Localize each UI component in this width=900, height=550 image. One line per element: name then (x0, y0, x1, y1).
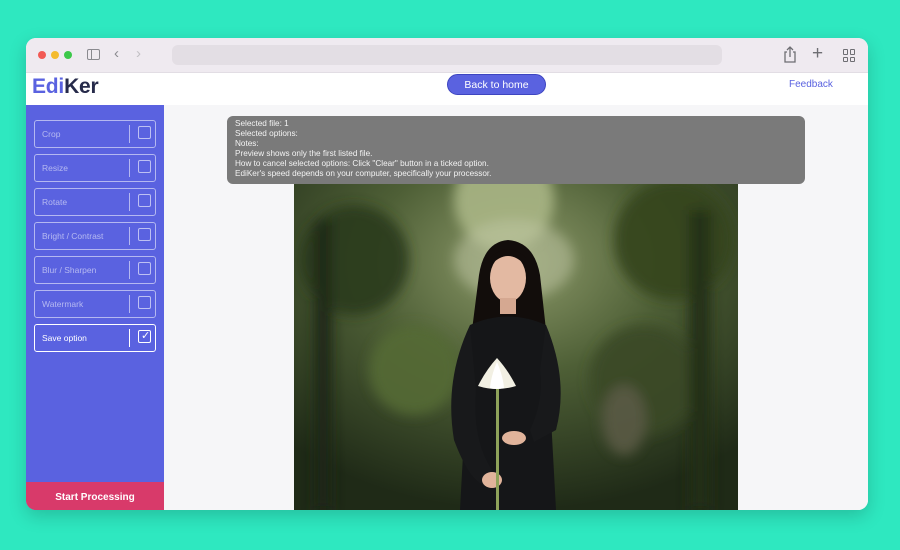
sidebar-toggle-icon[interactable] (87, 49, 100, 60)
option-checkbox[interactable] (138, 296, 151, 309)
chevron-right-icon[interactable]: › (136, 46, 141, 62)
logo[interactable]: EdiKer (32, 75, 99, 99)
option-divider (129, 261, 130, 279)
option-label: Save option (42, 333, 87, 343)
chevron-left-icon[interactable]: ‹ (114, 46, 119, 62)
option-label: Watermark (42, 299, 84, 309)
info-notes: Notes: (235, 139, 259, 148)
info-note-speed: EdiKer's speed depends on your computer,… (235, 169, 492, 178)
option-label: Crop (42, 129, 61, 139)
share-icon[interactable] (782, 46, 798, 64)
option-bright-contrast[interactable]: Bright / Contrast (34, 222, 156, 250)
option-label: Bright / Contrast (42, 231, 104, 241)
option-save[interactable]: Save option ✓ (34, 324, 156, 352)
browser-toolbar: ‹ › + (26, 38, 868, 73)
info-note-cancel: How to cancel selected options: Click "C… (235, 159, 489, 168)
info-selected-options: Selected options: (235, 129, 298, 138)
option-divider (129, 125, 130, 143)
info-note-preview: Preview shows only the first listed file… (235, 149, 373, 158)
start-processing-button[interactable]: Start Processing (26, 482, 164, 510)
option-checkbox[interactable] (138, 160, 151, 173)
option-divider (129, 295, 130, 313)
logo-part-1: Edi (32, 75, 65, 98)
preview-image (294, 180, 738, 510)
option-label: Resize (42, 163, 68, 173)
checkmark-icon: ✓ (141, 330, 151, 342)
option-crop[interactable]: Crop (34, 120, 156, 148)
option-rotate[interactable]: Rotate (34, 188, 156, 216)
preview-area: Selected file: 1 Selected options: Notes… (164, 105, 868, 510)
option-watermark[interactable]: Watermark (34, 290, 156, 318)
back-to-home-button[interactable]: Back to home (447, 74, 546, 95)
option-checkbox[interactable] (138, 194, 151, 207)
option-label: Blur / Sharpen (42, 265, 97, 275)
app-header: EdiKer Back to home Feedback (26, 73, 868, 106)
option-divider (129, 193, 130, 211)
plus-icon[interactable]: + (812, 44, 823, 64)
minimize-window-button[interactable] (51, 51, 59, 59)
close-window-button[interactable] (38, 51, 46, 59)
option-divider (129, 159, 130, 177)
option-label: Rotate (42, 197, 68, 207)
logo-part-2: Ker (64, 75, 99, 98)
info-selected-file: Selected file: 1 (235, 119, 289, 128)
option-checkbox[interactable] (138, 126, 151, 139)
option-checkbox[interactable] (138, 262, 151, 275)
options-sidebar: Crop Resize Rotate Bright / Contrast Blu… (26, 105, 164, 510)
option-resize[interactable]: Resize (34, 154, 156, 182)
info-panel: Selected file: 1 Selected options: Notes… (227, 116, 805, 184)
browser-window: ‹ › + EdiKer Back to home Feedback Crop … (26, 38, 868, 510)
option-checkbox[interactable]: ✓ (138, 330, 151, 343)
feedback-link[interactable]: Feedback (789, 79, 833, 90)
option-checkbox[interactable] (138, 228, 151, 241)
maximize-window-button[interactable] (64, 51, 72, 59)
tab-overview-icon[interactable] (843, 49, 856, 62)
option-divider (129, 227, 130, 245)
address-bar[interactable] (172, 45, 722, 65)
option-divider (129, 329, 130, 347)
option-blur-sharpen[interactable]: Blur / Sharpen (34, 256, 156, 284)
preview-photo-illustration (294, 180, 738, 510)
